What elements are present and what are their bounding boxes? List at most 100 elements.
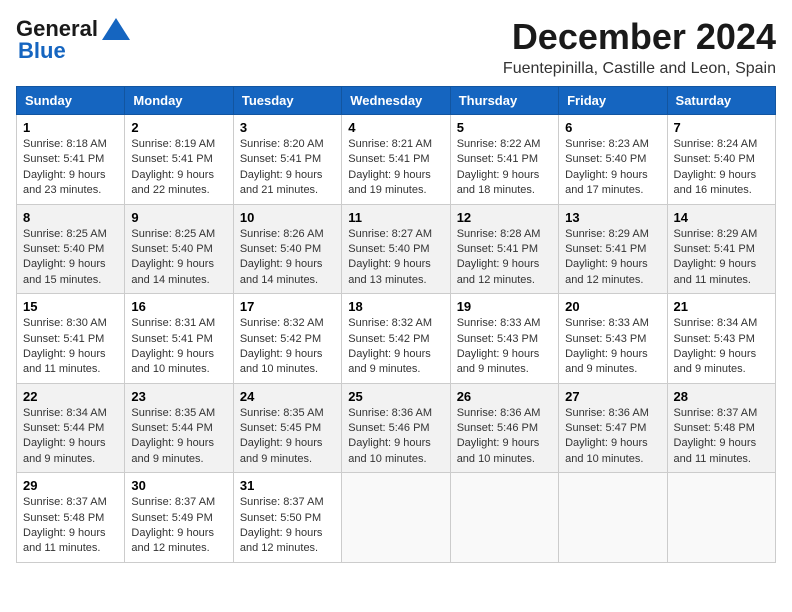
day-number: 4	[348, 120, 443, 135]
location-title: Fuentepinilla, Castille and Leon, Spain	[503, 60, 776, 78]
day-number: 17	[240, 299, 335, 314]
day-detail: Sunrise: 8:36 AMSunset: 5:46 PMDaylight:…	[348, 407, 432, 465]
table-row: 23 Sunrise: 8:35 AMSunset: 5:44 PMDaylig…	[125, 383, 233, 473]
day-number: 18	[348, 299, 443, 314]
day-number: 10	[240, 210, 335, 225]
day-detail: Sunrise: 8:37 AMSunset: 5:48 PMDaylight:…	[23, 496, 107, 554]
day-detail: Sunrise: 8:36 AMSunset: 5:46 PMDaylight:…	[457, 407, 541, 465]
day-number: 5	[457, 120, 552, 135]
logo-icon	[102, 18, 130, 40]
table-row	[559, 473, 667, 563]
month-title: December 2024	[503, 16, 776, 58]
table-row: 24 Sunrise: 8:35 AMSunset: 5:45 PMDaylig…	[233, 383, 341, 473]
day-number: 28	[674, 389, 769, 404]
col-tuesday: Tuesday	[233, 87, 341, 115]
day-number: 13	[565, 210, 660, 225]
table-row: 31 Sunrise: 8:37 AMSunset: 5:50 PMDaylig…	[233, 473, 341, 563]
day-number: 14	[674, 210, 769, 225]
day-detail: Sunrise: 8:37 AMSunset: 5:48 PMDaylight:…	[674, 407, 758, 465]
day-detail: Sunrise: 8:18 AMSunset: 5:41 PMDaylight:…	[23, 138, 107, 196]
table-row: 6 Sunrise: 8:23 AMSunset: 5:40 PMDayligh…	[559, 115, 667, 205]
table-row: 19 Sunrise: 8:33 AMSunset: 5:43 PMDaylig…	[450, 294, 558, 384]
table-row: 5 Sunrise: 8:22 AMSunset: 5:41 PMDayligh…	[450, 115, 558, 205]
table-row: 26 Sunrise: 8:36 AMSunset: 5:46 PMDaylig…	[450, 383, 558, 473]
table-row: 3 Sunrise: 8:20 AMSunset: 5:41 PMDayligh…	[233, 115, 341, 205]
calendar-header-row: Sunday Monday Tuesday Wednesday Thursday…	[17, 87, 776, 115]
table-row: 18 Sunrise: 8:32 AMSunset: 5:42 PMDaylig…	[342, 294, 450, 384]
table-row: 20 Sunrise: 8:33 AMSunset: 5:43 PMDaylig…	[559, 294, 667, 384]
day-number: 20	[565, 299, 660, 314]
day-number: 2	[131, 120, 226, 135]
day-detail: Sunrise: 8:30 AMSunset: 5:41 PMDaylight:…	[23, 317, 107, 375]
day-detail: Sunrise: 8:19 AMSunset: 5:41 PMDaylight:…	[131, 138, 215, 196]
day-detail: Sunrise: 8:24 AMSunset: 5:40 PMDaylight:…	[674, 138, 758, 196]
day-detail: Sunrise: 8:33 AMSunset: 5:43 PMDaylight:…	[457, 317, 541, 375]
table-row	[450, 473, 558, 563]
day-detail: Sunrise: 8:26 AMSunset: 5:40 PMDaylight:…	[240, 228, 324, 286]
day-number: 30	[131, 478, 226, 493]
day-number: 27	[565, 389, 660, 404]
table-row: 12 Sunrise: 8:28 AMSunset: 5:41 PMDaylig…	[450, 204, 558, 294]
table-row: 29 Sunrise: 8:37 AMSunset: 5:48 PMDaylig…	[17, 473, 125, 563]
calendar-week-row: 8 Sunrise: 8:25 AMSunset: 5:40 PMDayligh…	[17, 204, 776, 294]
table-row: 13 Sunrise: 8:29 AMSunset: 5:41 PMDaylig…	[559, 204, 667, 294]
day-detail: Sunrise: 8:36 AMSunset: 5:47 PMDaylight:…	[565, 407, 649, 465]
day-number: 24	[240, 389, 335, 404]
title-block: December 2024 Fuentepinilla, Castille an…	[503, 16, 776, 78]
day-number: 8	[23, 210, 118, 225]
day-detail: Sunrise: 8:25 AMSunset: 5:40 PMDaylight:…	[23, 228, 107, 286]
day-detail: Sunrise: 8:33 AMSunset: 5:43 PMDaylight:…	[565, 317, 649, 375]
day-number: 7	[674, 120, 769, 135]
table-row	[342, 473, 450, 563]
day-detail: Sunrise: 8:27 AMSunset: 5:40 PMDaylight:…	[348, 228, 432, 286]
table-row: 30 Sunrise: 8:37 AMSunset: 5:49 PMDaylig…	[125, 473, 233, 563]
table-row: 21 Sunrise: 8:34 AMSunset: 5:43 PMDaylig…	[667, 294, 775, 384]
day-number: 16	[131, 299, 226, 314]
logo: General Blue	[16, 16, 130, 64]
day-number: 1	[23, 120, 118, 135]
day-detail: Sunrise: 8:29 AMSunset: 5:41 PMDaylight:…	[565, 228, 649, 286]
table-row: 8 Sunrise: 8:25 AMSunset: 5:40 PMDayligh…	[17, 204, 125, 294]
col-sunday: Sunday	[17, 87, 125, 115]
day-detail: Sunrise: 8:32 AMSunset: 5:42 PMDaylight:…	[348, 317, 432, 375]
day-number: 29	[23, 478, 118, 493]
day-detail: Sunrise: 8:34 AMSunset: 5:44 PMDaylight:…	[23, 407, 107, 465]
day-number: 15	[23, 299, 118, 314]
day-number: 23	[131, 389, 226, 404]
col-friday: Friday	[559, 87, 667, 115]
table-row: 16 Sunrise: 8:31 AMSunset: 5:41 PMDaylig…	[125, 294, 233, 384]
table-row: 10 Sunrise: 8:26 AMSunset: 5:40 PMDaylig…	[233, 204, 341, 294]
calendar-week-row: 15 Sunrise: 8:30 AMSunset: 5:41 PMDaylig…	[17, 294, 776, 384]
day-number: 19	[457, 299, 552, 314]
table-row: 14 Sunrise: 8:29 AMSunset: 5:41 PMDaylig…	[667, 204, 775, 294]
day-detail: Sunrise: 8:31 AMSunset: 5:41 PMDaylight:…	[131, 317, 215, 375]
calendar-week-row: 1 Sunrise: 8:18 AMSunset: 5:41 PMDayligh…	[17, 115, 776, 205]
table-row: 17 Sunrise: 8:32 AMSunset: 5:42 PMDaylig…	[233, 294, 341, 384]
day-detail: Sunrise: 8:20 AMSunset: 5:41 PMDaylight:…	[240, 138, 324, 196]
day-number: 12	[457, 210, 552, 225]
col-saturday: Saturday	[667, 87, 775, 115]
day-detail: Sunrise: 8:22 AMSunset: 5:41 PMDaylight:…	[457, 138, 541, 196]
day-number: 9	[131, 210, 226, 225]
table-row: 1 Sunrise: 8:18 AMSunset: 5:41 PMDayligh…	[17, 115, 125, 205]
table-row: 15 Sunrise: 8:30 AMSunset: 5:41 PMDaylig…	[17, 294, 125, 384]
table-row: 27 Sunrise: 8:36 AMSunset: 5:47 PMDaylig…	[559, 383, 667, 473]
col-thursday: Thursday	[450, 87, 558, 115]
table-row: 9 Sunrise: 8:25 AMSunset: 5:40 PMDayligh…	[125, 204, 233, 294]
day-number: 3	[240, 120, 335, 135]
table-row	[667, 473, 775, 563]
day-detail: Sunrise: 8:29 AMSunset: 5:41 PMDaylight:…	[674, 228, 758, 286]
table-row: 22 Sunrise: 8:34 AMSunset: 5:44 PMDaylig…	[17, 383, 125, 473]
calendar-table: Sunday Monday Tuesday Wednesday Thursday…	[16, 86, 776, 563]
calendar-week-row: 29 Sunrise: 8:37 AMSunset: 5:48 PMDaylig…	[17, 473, 776, 563]
day-detail: Sunrise: 8:21 AMSunset: 5:41 PMDaylight:…	[348, 138, 432, 196]
day-number: 6	[565, 120, 660, 135]
page-header: General Blue December 2024 Fuentepinilla…	[16, 16, 776, 78]
day-detail: Sunrise: 8:25 AMSunset: 5:40 PMDaylight:…	[131, 228, 215, 286]
day-detail: Sunrise: 8:34 AMSunset: 5:43 PMDaylight:…	[674, 317, 758, 375]
day-number: 31	[240, 478, 335, 493]
day-number: 25	[348, 389, 443, 404]
table-row: 7 Sunrise: 8:24 AMSunset: 5:40 PMDayligh…	[667, 115, 775, 205]
day-detail: Sunrise: 8:35 AMSunset: 5:44 PMDaylight:…	[131, 407, 215, 465]
day-detail: Sunrise: 8:37 AMSunset: 5:50 PMDaylight:…	[240, 496, 324, 554]
